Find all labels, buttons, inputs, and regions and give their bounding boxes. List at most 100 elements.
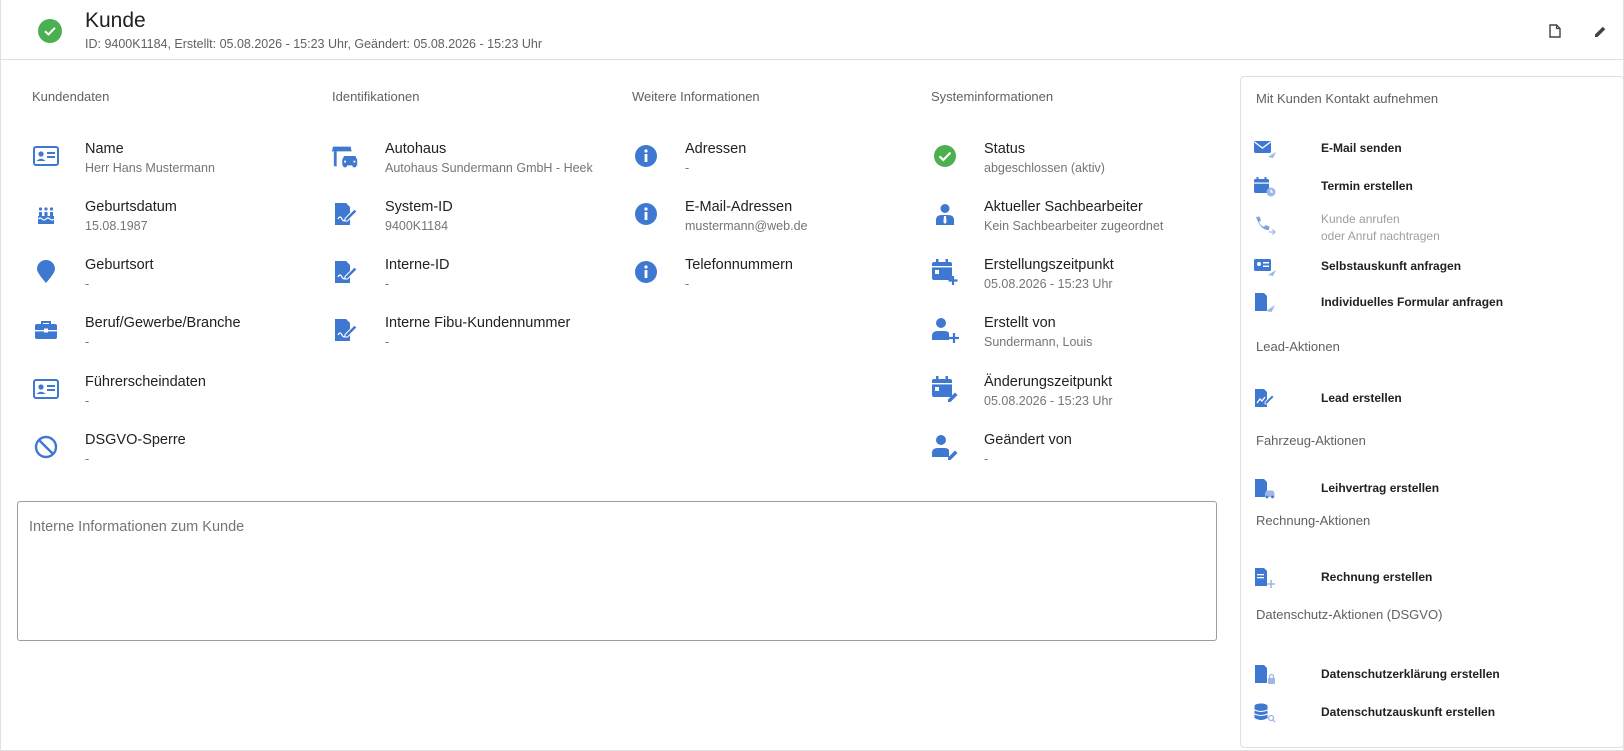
- field-label: Aktueller Sachbearbeiter: [984, 199, 1143, 215]
- request-self-disclosure-action[interactable]: Selbstauskunft anfragen: [1253, 255, 1613, 279]
- field-label: Geändert von: [984, 432, 1072, 448]
- create-lead-action[interactable]: Lead erstellen: [1253, 387, 1613, 411]
- info-icon: [632, 258, 660, 286]
- document-button[interactable]: [1544, 20, 1566, 42]
- field-label: E-Mail-Adressen: [685, 199, 793, 215]
- field-name: Name Herr Hans Mustermann: [32, 141, 322, 185]
- column-identifikationen: Identifikationen Autohaus Autohaus Sunde…: [332, 89, 622, 349]
- field-geburtsort: Geburtsort -: [32, 257, 322, 301]
- create-invoice-action[interactable]: Rechnung erstellen: [1253, 566, 1613, 590]
- field-telefonnummern: Telefonnummern -: [632, 257, 922, 301]
- action-label: Datenschutzauskunft erstellen: [1321, 705, 1496, 719]
- field-system-id: System-ID 9400K1184: [332, 199, 622, 243]
- action-label-line2: oder Anruf nachtragen: [1321, 229, 1440, 243]
- field-label: Interne-ID: [385, 257, 450, 273]
- column-title: Kundendaten: [32, 89, 110, 104]
- column-title: Systeminformationen: [931, 89, 1054, 104]
- field-fuehrerscheindaten: Führerscheindaten -: [32, 374, 322, 418]
- info-icon: [632, 142, 660, 170]
- action-label: Lead erstellen: [1321, 391, 1402, 405]
- agent-icon: [931, 200, 959, 228]
- action-label: Kunde anrufen oder Anruf nachtragen: [1321, 211, 1440, 245]
- column-title: Weitere Informationen: [632, 89, 760, 104]
- field-erstellungszeitpunkt: Erstellungszeitpunkt 05.08.2026 - 15:23 …: [931, 257, 1221, 301]
- field-label: Änderungszeitpunkt: [984, 374, 1113, 390]
- field-autohaus: Autohaus Autohaus Sundermann GmbH - Heek: [332, 141, 622, 185]
- block-icon: [32, 433, 60, 461]
- page-header: Kunde ID: 9400K1184, Erstellt: 05.08.202…: [0, 0, 1624, 60]
- field-label: Erstellungszeitpunkt: [984, 257, 1114, 273]
- column-weitere-informationen: Weitere Informationen Adressen - E-Mail-…: [632, 89, 922, 291]
- field-value: -: [85, 277, 90, 291]
- check-circle-icon: [931, 142, 959, 170]
- section-title-vehicle: Fahrzeug-Aktionen: [1256, 433, 1366, 448]
- field-label: Führerscheindaten: [85, 374, 206, 390]
- create-loan-contract-action[interactable]: Leihvertrag erstellen: [1253, 477, 1613, 501]
- field-value: -: [685, 277, 690, 291]
- request-custom-form-action[interactable]: Individuelles Formular anfragen: [1253, 291, 1613, 315]
- database-search-icon: [1254, 703, 1276, 723]
- field-value: -: [984, 452, 989, 466]
- phone-icon: [1256, 216, 1276, 235]
- field-label: Geburtsort: [85, 257, 154, 273]
- action-label: Rechnung erstellen: [1321, 570, 1433, 584]
- section-title-privacy: Datenschutz-Aktionen (DSGVO): [1256, 607, 1443, 622]
- invoice-icon: [1255, 568, 1275, 588]
- cake-icon: [32, 200, 60, 228]
- field-label: Status: [984, 141, 1026, 157]
- field-dsgvo-sperre: DSGVO-Sperre -: [32, 432, 322, 476]
- section-title-invoice: Rechnung-Aktionen: [1256, 513, 1371, 528]
- field-value: -: [685, 161, 690, 175]
- page-subtitle: ID: 9400K1184, Erstellt: 05.08.2026 - 15…: [85, 37, 543, 51]
- calendar-time-icon: [1254, 177, 1276, 197]
- location-pin-icon: [32, 258, 60, 286]
- send-email-action[interactable]: E-Mail senden: [1253, 137, 1613, 161]
- info-icon: [632, 200, 660, 228]
- form-request-icon: [1255, 293, 1275, 312]
- create-privacy-statement-action[interactable]: Datenschutzerklärung erstellen: [1253, 663, 1613, 687]
- calendar-add-icon: [931, 258, 959, 286]
- field-value: -: [85, 452, 90, 466]
- field-interne-id: Interne-ID -: [332, 257, 622, 301]
- call-customer-action[interactable]: Kunde anrufen oder Anruf nachtragen: [1253, 211, 1613, 247]
- id-card-icon: [32, 142, 60, 170]
- page-title: Kunde: [85, 9, 146, 32]
- section-title-contact: Mit Kunden Kontakt aufnehmen: [1256, 91, 1439, 106]
- create-privacy-info-action[interactable]: Datenschutzauskunft erstellen: [1253, 701, 1613, 725]
- document-sign-icon: [332, 200, 360, 228]
- field-value: Autohaus Sundermann GmbH - Heek: [385, 161, 593, 175]
- action-label: Datenschutzerklärung erstellen: [1321, 667, 1500, 681]
- license-card-icon: [32, 375, 60, 403]
- column-title: Identifikationen: [332, 89, 420, 104]
- field-value: abgeschlossen (aktiv): [984, 161, 1105, 175]
- car-dealership-icon: [332, 142, 360, 170]
- action-label: Termin erstellen: [1321, 179, 1413, 193]
- person-edit-icon: [931, 433, 959, 461]
- email-send-icon: [1254, 141, 1276, 158]
- field-geaendert-von: Geändert von -: [931, 432, 1221, 476]
- field-value: -: [85, 335, 90, 349]
- create-appointment-action[interactable]: Termin erstellen: [1253, 175, 1613, 199]
- column-kundendaten: Kundendaten Name Herr Hans Mustermann Ge…: [32, 89, 322, 466]
- action-label-line1: Kunde anrufen: [1321, 212, 1400, 226]
- pencil-icon: [1594, 26, 1605, 37]
- field-label: Adressen: [685, 141, 747, 157]
- field-label: System-ID: [385, 199, 453, 215]
- document-sign-icon: [332, 316, 360, 344]
- document-icon: [1549, 24, 1561, 38]
- edit-button[interactable]: [1589, 20, 1611, 42]
- field-geburtsdatum: Geburtsdatum 15.08.1987: [32, 199, 322, 243]
- briefcase-icon: [32, 316, 60, 344]
- field-value: -: [385, 335, 390, 349]
- field-label: Name: [85, 141, 124, 157]
- field-value: Herr Hans Mustermann: [85, 161, 215, 175]
- field-status: Status abgeschlossen (aktiv): [931, 141, 1221, 185]
- column-systeminformationen: Systeminformationen Status abgeschlossen…: [931, 89, 1221, 466]
- field-label: Geburtsdatum: [85, 199, 177, 215]
- field-value: 05.08.2026 - 15:23 Uhr: [984, 277, 1113, 291]
- loan-contract-icon: [1255, 479, 1275, 499]
- field-label: Beruf/Gewerbe/Branche: [85, 315, 241, 331]
- field-fibu-kundennummer: Interne Fibu-Kundennummer -: [332, 315, 622, 359]
- action-label: Individuelles Formular anfragen: [1321, 295, 1504, 309]
- internal-notes-textarea[interactable]: [17, 501, 1217, 641]
